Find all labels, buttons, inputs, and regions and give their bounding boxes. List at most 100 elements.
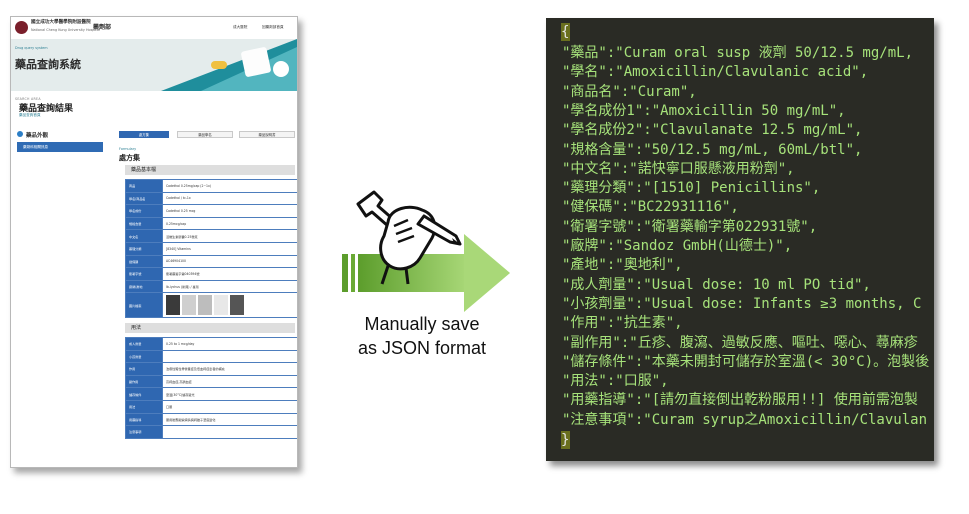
row-value: [8340] Vitamins xyxy=(162,241,297,256)
table-row: 中文名 活維生素膠囊0.25微克 xyxy=(125,229,297,243)
json-line: "健保碼":"BC22931116", xyxy=(562,199,739,216)
json-line: "產地":"奧地利", xyxy=(562,257,683,274)
json-line: "用藥指導":"[請勿直接倒出乾粉服用!!] 使用前需泡製 xyxy=(562,392,918,409)
department-name: 藥劑部 xyxy=(93,24,112,31)
usage-section-bar: 用法 xyxy=(125,323,295,333)
row-key: 儲存條件 xyxy=(125,387,163,401)
table-row: 圖片檔案 xyxy=(125,292,297,319)
json-line: "學名":"Amoxicillin/Clavulanic acid", xyxy=(562,64,869,81)
arrow-caption: Manually save as JSON format xyxy=(330,312,514,360)
row-key: 廠牌/產地 xyxy=(125,279,163,294)
drug-photo-thumbnail[interactable] xyxy=(230,295,244,316)
json-line: "學名成份1":"Amoxicillin 50 mg/mL", xyxy=(562,102,846,119)
row-key: 健保碼 xyxy=(125,254,163,269)
breadcrumb[interactable]: 藥品查詢首頁 xyxy=(19,113,41,118)
site-header: 國立成功大學醫學院附設醫院 National Cheng Kung Univer… xyxy=(11,17,297,40)
row-key: 用藥指導 xyxy=(125,412,163,427)
drug-photo-thumbnail[interactable] xyxy=(198,295,212,316)
json-line: "衛署字號":"衛署藥輸字第022931號", xyxy=(562,218,818,235)
json-line: "商品名":"Curam", xyxy=(562,83,697,100)
pharmacy-info-button[interactable]: 藥劑科相關訊息 xyxy=(17,142,103,152)
row-value: Ib-lychus (新興) / 臺灣 xyxy=(162,279,297,294)
pill-icon xyxy=(17,131,23,137)
row-key: 衛署字號 xyxy=(125,267,163,281)
hospital-logo-icon xyxy=(15,21,28,34)
table-row: 注意事項 xyxy=(125,425,297,439)
table-row: 商品 Codethol 0.25mg/cap (2~1x) xyxy=(125,179,297,193)
row-key: 學名/商品名 xyxy=(125,191,163,206)
row-key: 用法 xyxy=(125,399,163,414)
json-line: "藥品":"Curam oral susp 液劑 50/12.5 mg/mL, xyxy=(562,45,914,61)
drug-photo-thumbnail[interactable] xyxy=(214,295,228,316)
row-value: Codethol 0.25 mcg xyxy=(162,204,297,218)
json-line: "副作用":"丘疹、腹瀉、過敏反應、嘔吐、噁心、蕁麻疹 xyxy=(562,334,918,351)
json-open-brace: { xyxy=(561,23,570,41)
row-key: 作用 xyxy=(125,362,163,376)
json-line: "廠牌":"Sandoz GmbH(山德士)", xyxy=(562,238,793,254)
row-key: 商品 xyxy=(125,179,163,193)
row-key: 藥理分類 xyxy=(125,241,163,256)
row-value: 服用後應觀察病情與鈣離子濃度變化 xyxy=(162,412,297,427)
json-line: "用法":"口服", xyxy=(562,373,669,390)
formulary-small-label: Formulary xyxy=(119,147,137,151)
table-row: 規格含量 0.25mcg/cap xyxy=(125,216,297,231)
row-key: 成人劑量 xyxy=(125,337,163,351)
row-value: 治療性腎性骨營養症及低血鈣症患者的補充 xyxy=(162,362,297,376)
table-row: 藥理分類 [8340] Vitamins xyxy=(125,241,297,256)
row-value: 衛署藥製字第040394號 xyxy=(162,267,297,281)
json-line: "儲存條件":"本藥未開封可儲存於室溫(< 30°C)。泡製後 xyxy=(562,353,930,370)
json-line: "中文名":"諾快寧口服懸液用粉劑", xyxy=(562,160,795,177)
drug-photo-thumbnail[interactable] xyxy=(166,295,180,316)
row-value: AC46904100 xyxy=(162,254,297,269)
drug-photo-thumbnail[interactable] xyxy=(182,295,196,316)
row-value: 口服 xyxy=(162,399,297,414)
basic-info-section-bar: 藥品基本檔 xyxy=(125,165,295,175)
formulary-title: 處方集 xyxy=(119,154,140,162)
table-row: 成人劑量 0.25 to 1 mcg/day xyxy=(125,337,297,351)
tab-package-insert[interactable]: 藥品說明書 xyxy=(239,131,295,138)
row-value: Codethol / tc-1x xyxy=(162,191,297,206)
tab-generic-name[interactable]: 藥品學名 xyxy=(177,131,233,138)
json-line: "作用":"抗生素", xyxy=(562,315,683,332)
table-row: 衛署字號 衛署藥製字第040394號 xyxy=(125,267,297,281)
drug-image-gallery[interactable] xyxy=(166,295,297,316)
json-line: "規格含量":"50/12.5 mg/mL, 60mL/btl", xyxy=(562,141,863,158)
row-value xyxy=(162,425,297,439)
row-key: 小孩劑量 xyxy=(125,349,163,364)
hero-banner: Drug query system 藥品查詢系統 xyxy=(11,39,297,91)
row-key: 副作用 xyxy=(125,374,163,389)
row-value: 0.25mcg/cap xyxy=(162,216,297,231)
json-line: "學名成份2":"Clavulanate 12.5 mg/mL", xyxy=(562,122,863,139)
row-key: 中文名 xyxy=(125,229,163,243)
row-key: 注意事項 xyxy=(125,425,163,439)
caption-line-2: as JSON format xyxy=(357,338,487,358)
caption-line-1: Manually save xyxy=(364,314,480,334)
table-row: 儲存條件 室溫(30°C)儲存避光 xyxy=(125,387,297,401)
hospital-name-en: National Cheng Kung University Hospital xyxy=(31,28,100,32)
json-line: "藥理分類":"[1510] Penicillins", xyxy=(562,180,821,197)
table-row: 學名成份 Codethol 0.25 mcg xyxy=(125,204,297,218)
table-row: 學名/商品名 Codethol / tc-1x xyxy=(125,191,297,206)
hero-subtitle: Drug query system xyxy=(15,46,48,50)
row-key: 規格含量 xyxy=(125,216,163,231)
row-value xyxy=(162,349,297,364)
hero-title: 藥品查詢系統 xyxy=(15,58,81,71)
row-value: 0.25 to 1 mcg/day xyxy=(162,337,297,351)
basic-info-table: 商品 Codethol 0.25mg/cap (2~1x) 學名/商品名 Codeth… xyxy=(125,179,297,319)
table-row: 小孩劑量 xyxy=(125,349,297,364)
row-value: Codethol 0.25mg/cap (2~1x) xyxy=(162,179,297,193)
tab-formulary[interactable]: 處方集 xyxy=(119,131,169,138)
left-heading: 藥品外觀 xyxy=(26,133,49,139)
nav-link-hospital[interactable]: 成大醫院 xyxy=(233,25,247,30)
json-close-brace: } xyxy=(561,431,570,449)
table-row: 用藥指導 服用後應觀察病情與鈣離子濃度變化 xyxy=(125,412,297,427)
json-line: "注意事項":"Curam syrup之Amoxicillin/Clavulan xyxy=(562,411,928,428)
table-row: 健保碼 AC46904100 xyxy=(125,254,297,269)
row-value xyxy=(162,292,297,319)
usage-table: 成人劑量 0.25 to 1 mcg/day 小孩劑量 作用 治療性腎性骨營養症及低血鈣… xyxy=(125,337,297,439)
hospital-name: 國立成功大學醫學院附設醫院 xyxy=(31,20,91,25)
nav-link-pharmacy-home[interactable]: 回藥劑部首頁 xyxy=(262,25,284,30)
row-value: 高鈣血症,高磷血症 xyxy=(162,374,297,389)
table-row: 作用 治療性腎性骨營養症及低血鈣症患者的補充 xyxy=(125,362,297,376)
json-line: "成人劑量":"Usual dose: 10 ml PO tid", xyxy=(562,276,871,293)
